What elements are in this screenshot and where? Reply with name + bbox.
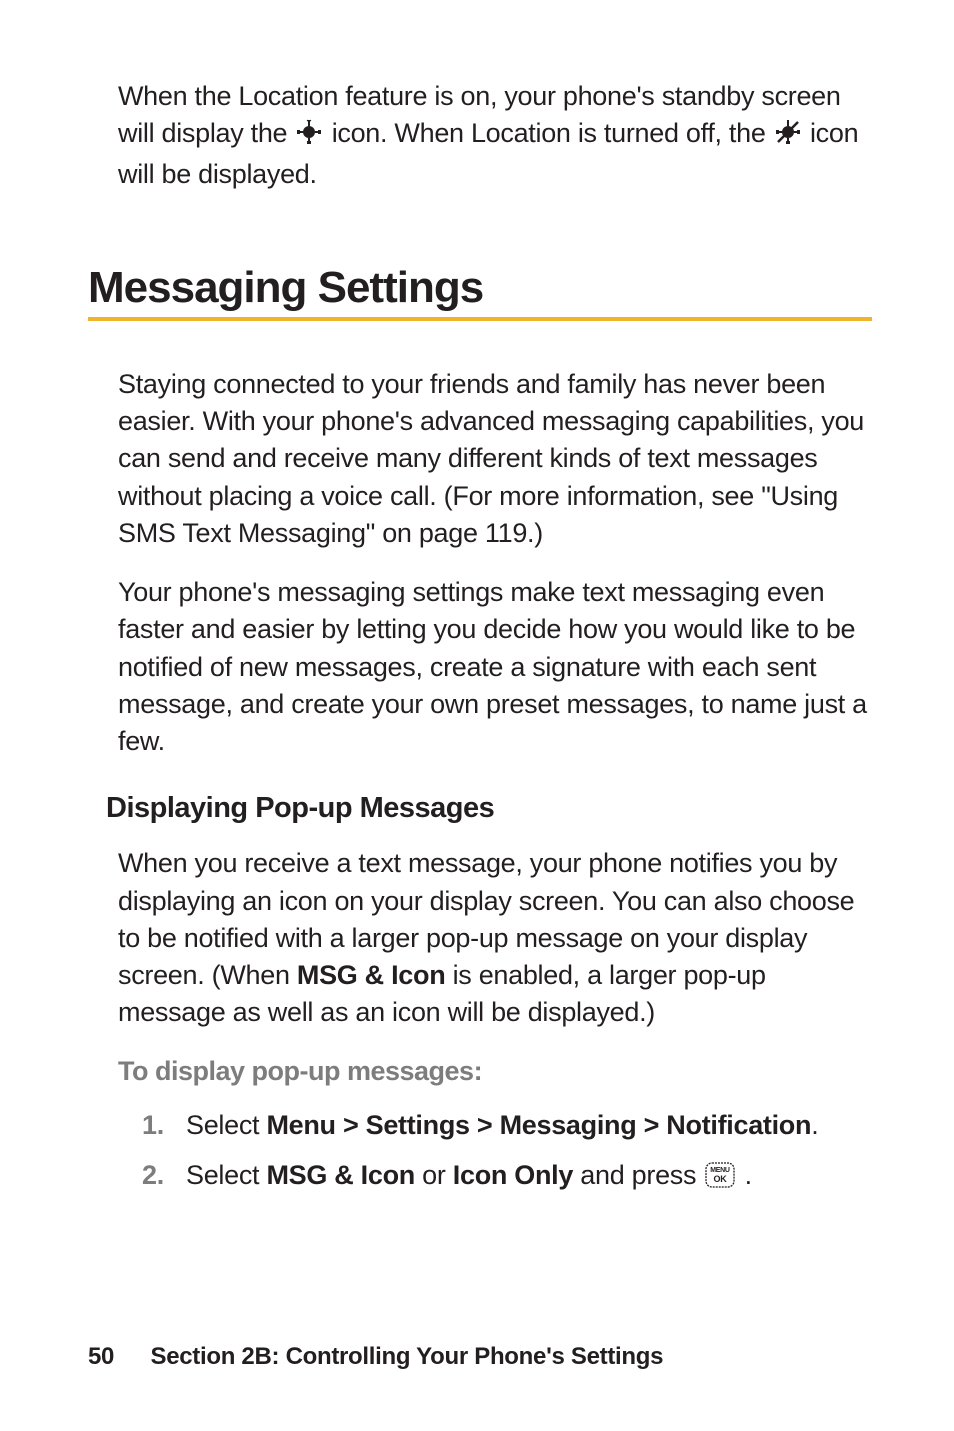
step-2-bold-2: Icon Only: [453, 1160, 573, 1190]
footer-section-label: Section 2B: Controlling Your Phone's Set…: [150, 1343, 663, 1370]
step-2-text-4: .: [737, 1160, 751, 1190]
svg-text:OK: OK: [714, 1174, 728, 1184]
step-1: 1. Select Menu > Settings > Messaging > …: [142, 1105, 872, 1146]
popup-bold-1: MSG & Icon: [297, 960, 446, 990]
subheading-popup: Displaying Pop-up Messages: [106, 792, 872, 825]
popup-paragraph: When you receive a text message, your ph…: [118, 845, 872, 1031]
intro-text-2: icon. When Location is turned off, the: [332, 118, 773, 148]
location-off-icon: [775, 118, 801, 155]
heading-underline: [88, 317, 872, 321]
location-on-icon: [296, 118, 322, 155]
step-2-text-1: Select: [186, 1160, 266, 1190]
step-2-bold-1: MSG & Icon: [266, 1160, 415, 1190]
page-footer: 50 Section 2B: Controlling Your Phone's …: [88, 1343, 663, 1371]
step-2: 2. Select MSG & Icon or Icon Only and pr…: [142, 1155, 872, 1200]
step-2-text-2: or: [415, 1160, 453, 1190]
step-1-bold: Menu > Settings > Messaging > Notificati…: [266, 1110, 811, 1140]
menu-ok-key-icon: MENU OK: [705, 1159, 735, 1200]
steps-list: 1. Select Menu > Settings > Messaging > …: [142, 1105, 872, 1200]
section-heading: Messaging Settings: [88, 263, 872, 313]
svg-text:MENU: MENU: [711, 1167, 731, 1174]
action-label: To display pop-up messages:: [118, 1056, 872, 1087]
step-2-text-3: and press: [573, 1160, 703, 1190]
location-intro-paragraph: When the Location feature is on, your ph…: [118, 78, 872, 193]
paragraph-1: Staying connected to your friends and fa…: [118, 366, 872, 552]
paragraph-2: Your phone's messaging settings make tex…: [118, 574, 872, 760]
step-1-number: 1.: [142, 1105, 164, 1146]
page-number: 50: [88, 1343, 114, 1370]
step-2-number: 2.: [142, 1155, 164, 1196]
step-1-text-2: .: [811, 1110, 818, 1140]
step-1-text-1: Select: [186, 1110, 266, 1140]
